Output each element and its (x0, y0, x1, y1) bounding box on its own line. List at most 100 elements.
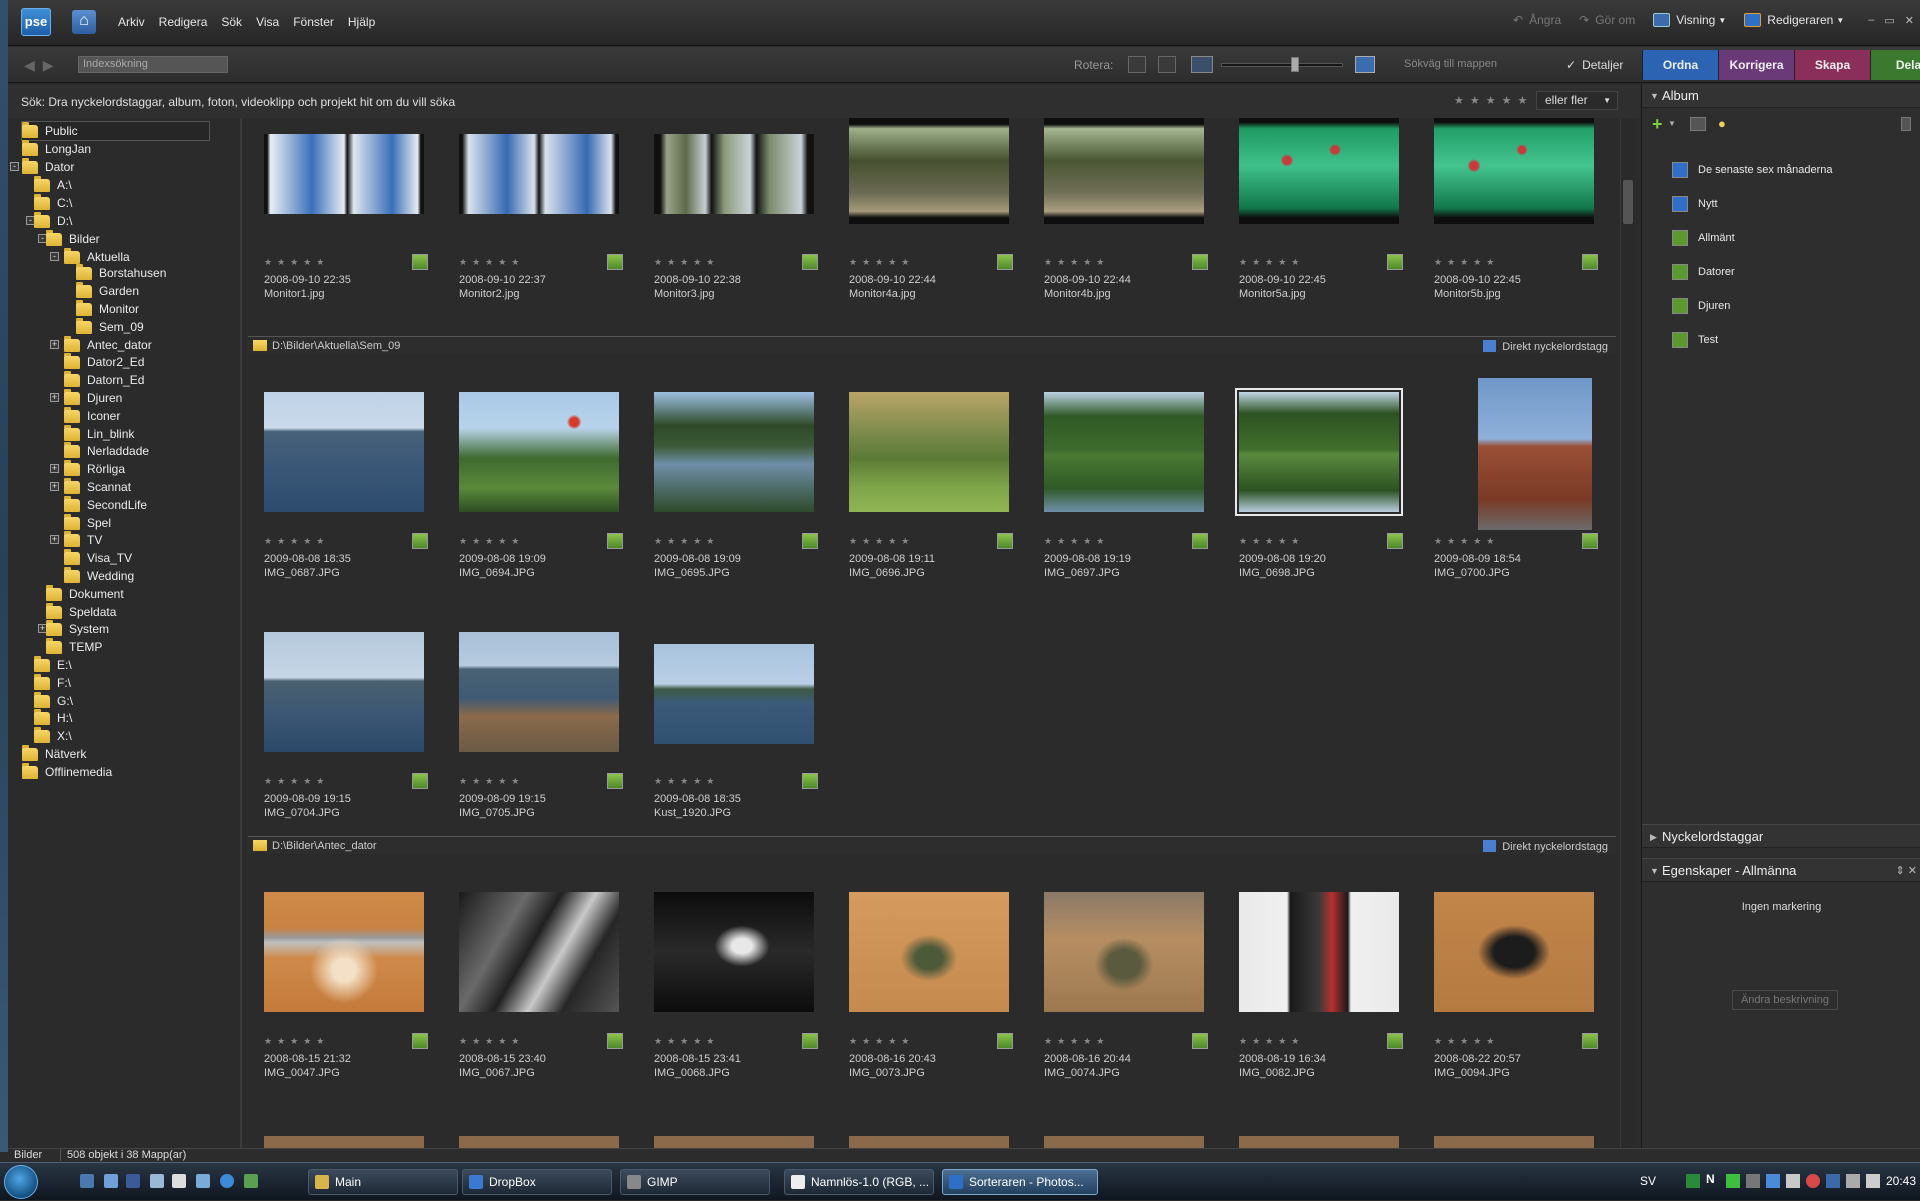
photo-thumbnail-cell[interactable]: ★★★★★ 2009-08-09 19:15 IMG_0705.JPG (443, 618, 623, 819)
album-item[interactable]: Test (1672, 332, 1718, 348)
tree-item[interactable]: H:\ (34, 708, 72, 727)
tree-item[interactable]: - D:\ (26, 211, 72, 230)
single-view-icon[interactable] (1355, 56, 1375, 73)
photo-thumbnail-cell[interactable]: ★★★★★ 2009-08-08 18:35 Kust_1920.JPG (638, 618, 818, 819)
photo-thumbnail-cell[interactable]: ★★★★★ 2008-09-10 22:45 Monitor5a.jpg (1223, 118, 1403, 300)
quicklaunch-icon[interactable] (126, 1174, 140, 1188)
tree-item[interactable]: + System (38, 619, 109, 638)
nav-arrows[interactable]: ◀▶ (24, 57, 62, 74)
rating-stars[interactable]: ★★★★★ (1434, 536, 1499, 547)
tree-item[interactable]: + TV (50, 530, 102, 549)
photo-thumbnail[interactable] (459, 632, 619, 752)
minimize-icon[interactable]: – (1868, 14, 1874, 27)
rating-stars[interactable]: ★★★★★ (849, 536, 914, 547)
rating-stars[interactable]: ★★★★★ (654, 1036, 719, 1047)
rating-stars[interactable]: ★★★★★ (1434, 1036, 1499, 1047)
taskbar-button[interactable]: Namnlös-1.0 (RGB, ... (784, 1169, 934, 1195)
photo-thumbnail[interactable] (264, 392, 424, 512)
tree-item[interactable]: Monitor (76, 299, 139, 318)
tree-item[interactable]: G:\ (34, 691, 73, 710)
grid-view-icon[interactable] (1191, 56, 1213, 73)
tree-item[interactable]: C:\ (34, 193, 72, 212)
photo-thumbnail-cell[interactable]: ★★★★★ 2008-09-10 22:35 Monitor1.jpg (248, 118, 428, 300)
rating-stars[interactable]: ★★★★★ (1239, 1036, 1304, 1047)
menu-item-0[interactable]: Arkiv (118, 15, 145, 29)
photo-thumbnail[interactable] (1239, 118, 1399, 224)
rating-stars[interactable]: ★★★★★ (1044, 1036, 1109, 1047)
tree-item[interactable]: Sem_09 (76, 317, 144, 336)
rating-stars[interactable]: ★★★★★ (1239, 257, 1304, 268)
photo-thumbnail[interactable] (1434, 118, 1594, 224)
tree-toggle-icon[interactable]: - (50, 252, 59, 261)
tree-item[interactable]: X:\ (34, 726, 72, 745)
rating-stars[interactable]: ★★★★★ (849, 257, 914, 268)
photo-thumbnail[interactable] (1239, 892, 1399, 1012)
photo-thumbnail[interactable] (459, 392, 619, 512)
rating-stars[interactable]: ★★★★★ (264, 1036, 329, 1047)
rating-stars[interactable]: ★★★★★ (264, 257, 329, 268)
photo-thumbnail[interactable] (849, 1136, 1009, 1148)
redo-button[interactable]: ↷ Gör om (1579, 13, 1635, 27)
photo-thumbnail[interactable] (849, 892, 1009, 1012)
menu-item-2[interactable]: Sök (221, 15, 242, 29)
photo-thumbnail[interactable] (654, 134, 814, 214)
restore-icon[interactable]: ▭ (1884, 14, 1894, 27)
photo-thumbnail[interactable] (654, 892, 814, 1012)
index-search-input[interactable]: Indexsökning (78, 56, 228, 73)
photo-thumbnail-cell[interactable]: ★★★★★ 2008-08-16 20:44 IMG_0074.JPG (1028, 878, 1208, 1079)
tree-toggle-icon[interactable]: - (10, 162, 19, 171)
tree-item[interactable]: TEMP (46, 637, 102, 656)
tree-item[interactable]: Visa_TV (64, 548, 132, 567)
photo-thumbnail[interactable] (1044, 392, 1204, 512)
add-album-icon[interactable]: + (1652, 114, 1663, 135)
photo-thumbnail-cell[interactable]: ★★★★★ 2009-08-09 19:15 IMG_0704.JPG (248, 618, 428, 819)
tree-item[interactable]: + Scannat (50, 477, 131, 496)
photo-thumbnail[interactable] (264, 134, 424, 214)
close-icon[interactable]: ✕ (1905, 14, 1914, 27)
album-panel-header[interactable]: ▼ Album (1642, 84, 1920, 108)
direct-keyword-tag[interactable]: Direkt nyckelordstagg (1483, 840, 1608, 853)
tree-item[interactable]: SecondLife (64, 495, 147, 514)
photo-thumbnail-cell[interactable]: ★★★★★ 2008-08-15 23:40 IMG_0067.JPG (443, 878, 623, 1079)
rating-stars[interactable]: ★★★★★ (459, 1036, 524, 1047)
album-item[interactable]: De senaste sex månaderna (1672, 162, 1833, 178)
tree-item[interactable]: Dator2_Ed (64, 352, 144, 371)
rating-stars[interactable]: ★★★★★ (459, 257, 524, 268)
tree-item[interactable]: Speldata (46, 602, 116, 621)
tree-item[interactable]: - Dator (10, 157, 74, 176)
properties-panel-header[interactable]: ▼ Egenskaper - Allmänna ⇕ ✕ (1642, 858, 1920, 882)
album-item[interactable]: Datorer (1672, 264, 1735, 280)
photo-thumbnail-cell[interactable]: ★★★★★ 2009-08-08 19:09 IMG_0695.JPG (638, 378, 818, 579)
taskbar-button[interactable]: DropBox (462, 1169, 612, 1195)
menu-item-4[interactable]: Fönster (293, 15, 334, 29)
rating-stars[interactable]: ★★★★★ (849, 1036, 914, 1047)
photo-thumbnail[interactable] (459, 892, 619, 1012)
photo-thumbnail[interactable] (1434, 892, 1594, 1012)
photo-thumbnail-cell[interactable]: ★★★★★ 2009-08-08 19:09 IMG_0694.JPG (443, 378, 623, 579)
album-item[interactable]: Djuren (1672, 298, 1730, 314)
tab-0[interactable]: Ordna (1642, 50, 1718, 80)
tree-item[interactable]: + Rörliga (50, 459, 125, 478)
photo-thumbnail-cell[interactable]: ★★★★★ 2008-08-19 16:34 IMG_0082.JPG (1223, 878, 1403, 1079)
tray-icon[interactable] (1806, 1174, 1820, 1188)
photo-thumbnail[interactable] (1434, 1136, 1594, 1148)
rating-stars[interactable]: ★★★★★ (1434, 257, 1499, 268)
tree-toggle-icon[interactable]: + (50, 535, 59, 544)
photo-thumbnail-cell[interactable]: ★★★★★ 2009-08-08 19:20 IMG_0698.JPG (1223, 378, 1403, 579)
rating-stars[interactable]: ★★★★★ (654, 257, 719, 268)
volume-icon[interactable] (1866, 1174, 1880, 1188)
tree-item[interactable]: Wedding (64, 566, 134, 585)
editor-button[interactable]: Redigeraren ▼ (1744, 13, 1844, 27)
photo-thumbnail-cell[interactable]: ★★★★★ 2009-08-09 18:54 IMG_0700.JPG (1418, 378, 1598, 579)
photo-thumbnail-cell[interactable]: ★★★★★ 2008-09-10 22:45 Monitor5b.jpg (1418, 118, 1598, 300)
tree-item[interactable]: E:\ (34, 655, 72, 674)
grid-scrollbar[interactable] (1620, 118, 1634, 1148)
tree-item[interactable]: LongJan (22, 139, 91, 158)
photo-thumbnail-cell[interactable]: ★★★★★ 2008-09-10 22:44 Monitor4a.jpg (833, 118, 1013, 300)
photo-thumbnail-cell[interactable]: ★★★★★ 2009-08-08 18:35 IMG_0687.JPG (248, 378, 428, 579)
rotate-left-icon[interactable] (1128, 56, 1146, 73)
rating-stars[interactable]: ★★★★★ (654, 536, 719, 547)
quicklaunch-icon[interactable] (150, 1174, 164, 1188)
photo-thumbnail[interactable] (459, 134, 619, 214)
tree-item[interactable]: + Djuren (50, 388, 122, 407)
